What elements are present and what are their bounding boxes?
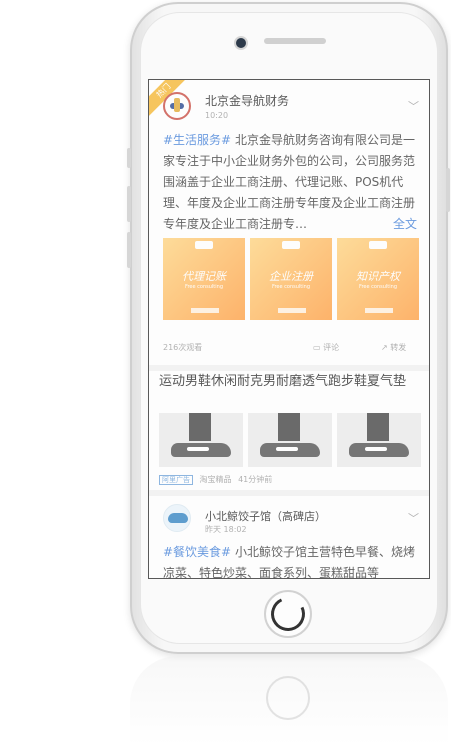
shoe-image[interactable]	[337, 413, 421, 467]
thumbnail-subtitle: Free consulting	[184, 284, 224, 290]
share-label: 转发	[390, 343, 407, 352]
post-actions: 216次观看 ▭ 评论 ↗ 转发	[163, 342, 423, 356]
post-body: #生活服务# 北京金导航财务咨询有限公司是一家专注于中小企业财务外包的公司，公司…	[163, 130, 417, 235]
thumbnail-image[interactable]: 代理记账 Free consulting	[163, 238, 245, 320]
ad-time: 41分钟前	[238, 475, 273, 484]
divider	[149, 365, 429, 371]
thumbnail-title: 知识产权	[356, 270, 400, 283]
thumbnail-subtitle: Free consulting	[358, 284, 398, 290]
avatar[interactable]	[163, 504, 191, 532]
comment-button[interactable]: ▭ 评论	[313, 342, 339, 353]
avatar[interactable]	[163, 92, 191, 120]
shoe-image[interactable]	[159, 413, 243, 467]
side-button-volume-up	[127, 186, 131, 222]
thumbnail-image[interactable]: 知识产权 Free consulting	[337, 238, 419, 320]
hashtag-link[interactable]: #餐饮美食#	[163, 545, 231, 559]
reflection-home-button	[266, 676, 310, 720]
hashtag-link[interactable]: #生活服务#	[163, 133, 231, 147]
brand-logo-icon	[369, 241, 387, 249]
thumbnail-image[interactable]: 企业注册 Free consulting	[250, 238, 332, 320]
brand-logo-icon	[195, 241, 213, 249]
side-button-mute	[127, 148, 131, 168]
post-header: 北京金导航财务 10:20 ﹀	[163, 92, 423, 122]
thumbnail-footer	[365, 308, 393, 313]
phone-screen: 热门 北京金导航财务 10:20 ﹀ #生活服务# 北京金导航财务咨询有限公司是…	[148, 79, 430, 579]
share-icon: ↗	[381, 343, 391, 352]
author-name[interactable]: 北京金导航财务	[205, 92, 289, 109]
post-body-text: 北京金导航财务咨询有限公司是一家专注于中小企业财务外包的公司，公司服务范围涵盖于…	[163, 133, 416, 231]
comment-label: 评论	[323, 343, 340, 352]
post-time: 10:20	[205, 111, 229, 120]
comment-icon: ▭	[313, 343, 324, 352]
thumbnail-title: 代理记账	[182, 270, 226, 283]
ad-source: 淘宝精品	[199, 475, 232, 484]
thumbnail-footer	[278, 308, 306, 313]
ad-meta: 阿里广告 淘宝精品 41分钟前	[159, 474, 272, 485]
post-time: 昨天 18:02	[205, 525, 247, 534]
thumbnail-footer	[191, 308, 219, 313]
ad-badge: 阿里广告	[159, 475, 193, 485]
divider	[149, 490, 429, 496]
expand-full-link[interactable]: 全文	[393, 214, 417, 235]
post-header: 小北鲸饺子馆（高碑店） 昨天 18:02 ﹀	[163, 504, 423, 534]
author-name[interactable]: 小北鲸饺子馆（高碑店）	[205, 508, 326, 524]
speaker-grille	[264, 38, 326, 44]
ad-title[interactable]: 运动男鞋休闲耐克男耐磨透气跑步鞋夏气垫	[159, 372, 421, 391]
brand-logo-icon	[282, 241, 300, 249]
share-button[interactable]: ↗ 转发	[381, 342, 406, 353]
thumbnail-title: 企业注册	[269, 270, 313, 283]
side-button-volume-down	[127, 232, 131, 268]
home-button-icon[interactable]	[264, 590, 312, 638]
front-camera-icon	[234, 36, 248, 50]
image-grid: 代理记账 Free consulting 企业注册 Free consultin…	[163, 238, 419, 320]
post-body: #餐饮美食# 小北鲸饺子馆主营特色早餐、烧烤凉菜、特色炒菜、面食系列、蛋糕甜品等	[163, 542, 419, 578]
shoe-image[interactable]	[248, 413, 332, 467]
ad-image-row[interactable]	[159, 413, 421, 467]
thumbnail-subtitle: Free consulting	[271, 284, 311, 290]
side-button-power	[446, 168, 450, 212]
chevron-down-icon[interactable]: ﹀	[408, 98, 419, 114]
view-count: 216次观看	[163, 343, 203, 352]
chevron-down-icon[interactable]: ﹀	[408, 510, 419, 526]
